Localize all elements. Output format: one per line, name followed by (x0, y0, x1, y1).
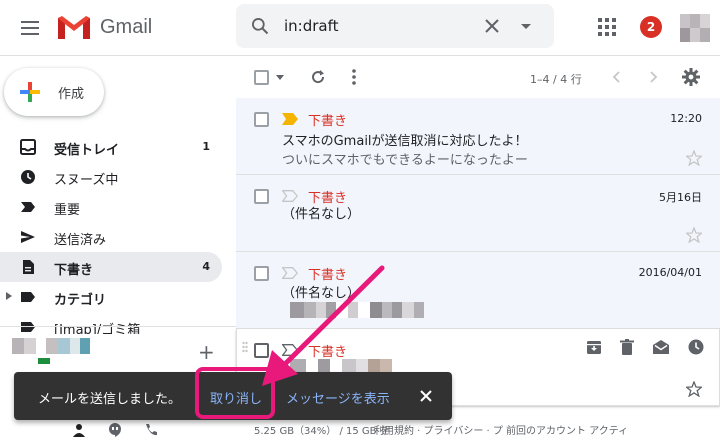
hangouts-user[interactable] (12, 336, 102, 366)
email-date: 12:20 (670, 112, 702, 125)
sidebar-item-categories[interactable]: カテゴリ (0, 282, 222, 312)
online-status-dot (38, 358, 50, 364)
hangouts-chat-icon[interactable] (108, 423, 122, 437)
sidebar-item-snoozed[interactable]: スヌーズ中 (0, 162, 222, 192)
sidebar-item-label: 下書き (54, 263, 94, 278)
row-checkbox[interactable] (254, 189, 269, 204)
sidebar-item-drafts[interactable]: 下書き 4 (0, 252, 222, 282)
email-list: 下書き 12:20 スマホのGmailが送信取消に対応したよ！ ついにスマホでも… (236, 98, 720, 406)
view-message-link[interactable]: メッセージを表示 (286, 388, 390, 407)
email-row[interactable]: 下書き 2016/04/01 （件名なし） (236, 252, 720, 329)
apps-grid-icon[interactable] (598, 18, 616, 36)
clear-search-icon[interactable] (484, 18, 500, 34)
row-hover-actions (586, 339, 704, 355)
email-subject: （件名なし） (282, 286, 361, 301)
important-marker-icon[interactable] (282, 113, 298, 125)
row-checkbox[interactable] (254, 343, 269, 358)
sidebar-item-label: 受信トレイ (54, 143, 120, 158)
close-icon[interactable] (416, 386, 436, 406)
email-sender: 下書き (308, 345, 348, 360)
snooze-clock-icon[interactable] (688, 339, 704, 355)
blurred-user-name (12, 338, 90, 354)
settings-gear-icon[interactable] (682, 68, 700, 86)
search-options-icon[interactable] (520, 23, 532, 31)
sidebar-item-label: スヌーズ中 (54, 173, 119, 188)
account-avatar[interactable] (680, 14, 710, 42)
inbox-icon (20, 139, 36, 155)
sidebar-item-label: 重要 (54, 203, 81, 218)
sidebar-nav: 受信トレイ 1 スヌーズ中 重要 送信済み 下書き 4 カテゴリ [Imap]/… (0, 132, 222, 334)
star-icon[interactable] (686, 381, 702, 397)
prev-page-icon[interactable] (612, 71, 620, 83)
list-toolbar: 1–4 / 4 行 (236, 56, 720, 98)
sidebar-item-label: カテゴリ (54, 293, 107, 308)
select-dropdown-icon[interactable] (276, 75, 284, 80)
sidebar-item-important[interactable]: 重要 (0, 192, 222, 222)
important-marker-icon[interactable] (282, 267, 298, 279)
pagination-info: 1–4 / 4 行 (530, 73, 582, 86)
compose-button[interactable]: 作成 (4, 68, 104, 116)
email-date: 5月16日 (659, 191, 702, 204)
sidebar-item-inbox[interactable]: 受信トレイ 1 (0, 132, 222, 162)
sidebar-item-label: 送信済み (54, 233, 107, 248)
mark-as-read-icon[interactable] (652, 339, 670, 355)
draft-icon (23, 260, 34, 274)
email-date: 2016/04/01 (638, 266, 702, 279)
sidebar-item-count: 4 (202, 260, 210, 273)
gmail-app: Gmail 2 (0, 0, 720, 440)
drag-handle-icon[interactable] (242, 341, 248, 357)
delete-icon[interactable] (620, 339, 634, 355)
next-page-icon[interactable] (650, 71, 658, 83)
snackbar-message: メールを送信しました。 (38, 392, 182, 407)
row-checkbox[interactable] (254, 266, 269, 281)
plus-icon (20, 82, 40, 102)
label-icon (21, 292, 35, 302)
important-marker-icon[interactable] (282, 344, 298, 356)
send-icon (21, 231, 35, 243)
email-subject: スマホのGmailが送信取消に対応したよ！ (282, 134, 528, 149)
sidebar-item-sent[interactable]: 送信済み (0, 222, 222, 252)
important-marker-icon[interactable] (282, 190, 298, 202)
expand-caret-icon[interactable] (6, 292, 12, 300)
star-icon[interactable] (686, 227, 702, 243)
app-name: Gmail (100, 15, 153, 38)
sidebar-item-imap-trash[interactable]: [Imap]/ゴミ箱 (0, 312, 222, 334)
refresh-icon[interactable] (310, 69, 326, 85)
email-subject: （件名なし） (282, 207, 361, 222)
page-footer: 5.25 GB（34%） / 15 GB を 利用規約 · プライバシー · プ… (236, 420, 720, 440)
main-menu-button[interactable] (14, 12, 46, 44)
hangouts-bar (62, 420, 236, 440)
search-bar (236, 4, 554, 48)
gmail-m-icon (58, 16, 90, 39)
more-options-icon[interactable] (352, 69, 356, 85)
email-sender: 下書き (308, 114, 348, 129)
email-row[interactable]: 下書き 5月16日 （件名なし） (236, 175, 720, 252)
email-row[interactable]: 下書き 12:20 スマホのGmailが送信取消に対応したよ！ ついにスマホでも… (236, 98, 720, 175)
add-contact-icon[interactable]: + (198, 340, 215, 364)
blurred-snippet (290, 302, 424, 318)
storage-usage[interactable]: 5.25 GB（34%） / 15 GB を (254, 422, 390, 437)
important-icon (21, 202, 35, 212)
select-all-checkbox[interactable] (254, 70, 269, 85)
search-input[interactable] (284, 14, 464, 38)
footer-links[interactable]: 利用規約 · プライバシー · プ 前回のアカウント アクティ (374, 422, 628, 437)
search-icon[interactable] (250, 16, 270, 36)
menu-icon (21, 21, 39, 23)
contacts-person-icon[interactable] (72, 423, 86, 437)
email-sender: 下書き (308, 268, 348, 283)
gmail-logo[interactable]: Gmail (58, 12, 152, 42)
archive-icon[interactable] (586, 339, 602, 355)
row-checkbox[interactable] (254, 112, 269, 127)
highlight-annotation-box (195, 367, 275, 419)
clock-icon (21, 170, 35, 184)
sidebar-item-count: 1 (202, 140, 210, 153)
compose-label: 作成 (58, 87, 85, 102)
notification-badge[interactable]: 2 (640, 16, 662, 38)
email-snippet: ついにスマホでもできるよーになったよー (282, 153, 528, 168)
phone-icon[interactable] (144, 423, 158, 437)
sidebar-divider (0, 326, 236, 327)
star-icon[interactable] (686, 150, 702, 166)
top-header: Gmail 2 (0, 0, 720, 56)
